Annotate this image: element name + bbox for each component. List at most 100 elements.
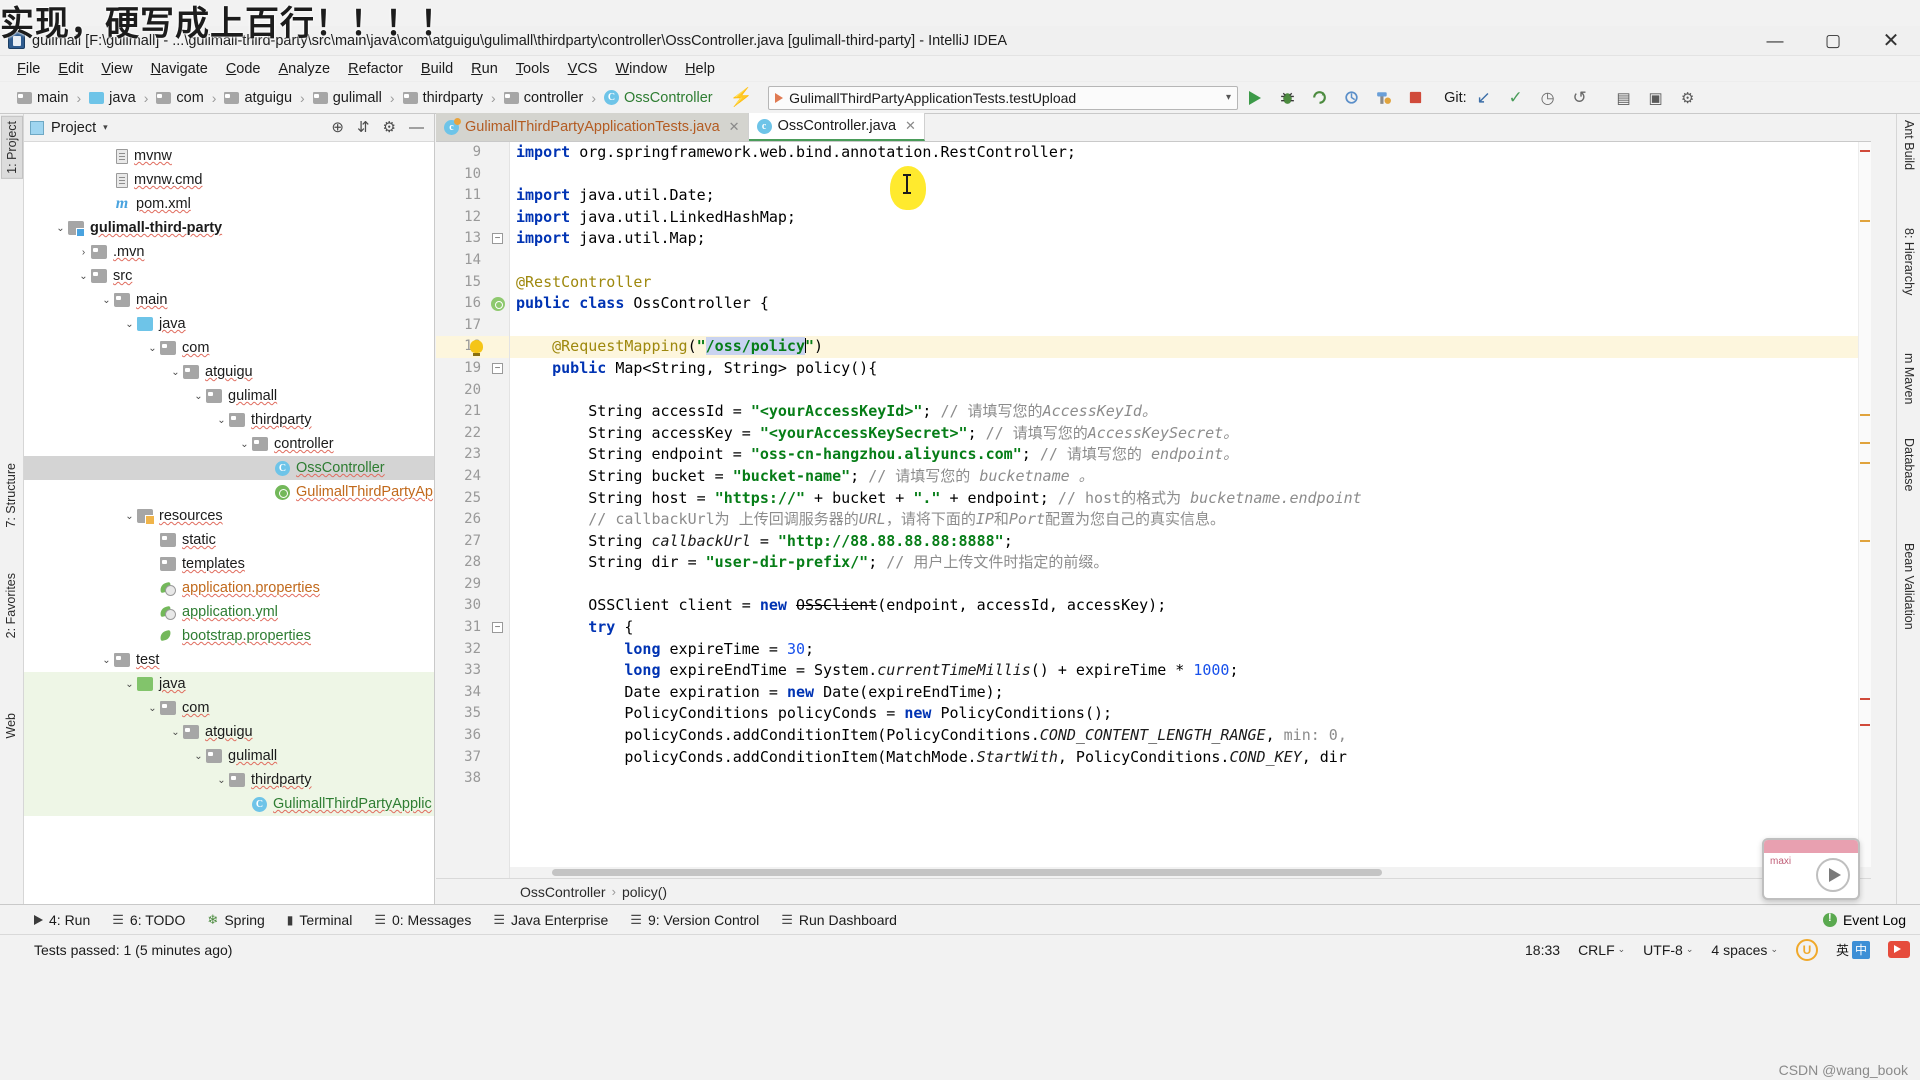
- chevron-down-icon[interactable]: ⌄: [191, 751, 206, 762]
- video-bubble[interactable]: maxi: [1762, 838, 1860, 900]
- tree-item-mvnw-cmd[interactable]: mvnw.cmd: [24, 168, 434, 192]
- intention-bulb-icon[interactable]: [470, 340, 483, 357]
- tool-window-0-messages[interactable]: ☰ 0: Messages: [374, 912, 471, 928]
- warning-marker[interactable]: [1860, 220, 1870, 222]
- menu-item-navigate[interactable]: Navigate: [142, 58, 217, 80]
- maximize-button[interactable]: ▢: [1804, 26, 1862, 56]
- tree-item-gulimall[interactable]: ⌄ gulimall: [24, 384, 434, 408]
- menu-item-build[interactable]: Build: [412, 58, 462, 80]
- chevron-down-icon[interactable]: ⌄: [53, 223, 68, 234]
- sidebar-item-database[interactable]: Database: [1899, 434, 1919, 496]
- breadcrumb-item-com[interactable]: com: [153, 89, 206, 107]
- menu-item-run[interactable]: Run: [462, 58, 507, 80]
- tree-item-gulimallthirdpartyapplic[interactable]: C GulimallThirdPartyApplic: [24, 792, 434, 816]
- error-marker-rail[interactable]: [1858, 142, 1871, 867]
- sidebar-item-hierarchy[interactable]: 8: Hierarchy: [1899, 224, 1919, 299]
- update-project-button[interactable]: ↙: [1469, 85, 1499, 111]
- breadcrumb-item-java[interactable]: java: [86, 89, 139, 107]
- code-fold-toggle[interactable]: −: [492, 363, 503, 374]
- tree-item-mvnw[interactable]: mvnw: [24, 144, 434, 168]
- caret-position[interactable]: 18:33: [1525, 942, 1560, 958]
- minimize-icon[interactable]: —: [409, 120, 424, 135]
- play-icon[interactable]: [1816, 858, 1850, 892]
- chevron-right-icon[interactable]: ›: [76, 247, 91, 258]
- tree-item-bootstrap-properties[interactable]: bootstrap.properties: [24, 624, 434, 648]
- chevron-down-icon[interactable]: ⌄: [145, 703, 160, 714]
- tool-window-4-run[interactable]: 4: Run: [34, 912, 90, 928]
- run-button[interactable]: [1240, 85, 1270, 111]
- menu-item-window[interactable]: Window: [606, 58, 676, 80]
- horizontal-scrollbar[interactable]: [510, 867, 1871, 878]
- chevron-down-icon[interactable]: ⌄: [168, 727, 183, 738]
- breadcrumb-method[interactable]: policy(): [622, 884, 667, 900]
- tab-oss-controller[interactable]: c OssController.java ✕: [748, 113, 925, 141]
- editor-gutter[interactable]: 910111213−141516171819−20212223242526272…: [436, 142, 510, 878]
- warning-marker[interactable]: [1860, 414, 1870, 416]
- tree-item-test[interactable]: ⌄ test: [24, 648, 434, 672]
- chevron-down-icon[interactable]: ⌄: [99, 295, 114, 306]
- tool-window-java-enterprise[interactable]: ☰ Java Enterprise: [493, 912, 608, 928]
- tree-item-gulimallthirdpartyapplication[interactable]: GulimallThirdPartyApplication: [24, 480, 434, 504]
- tree-item-atguigu[interactable]: ⌄ atguigu: [24, 360, 434, 384]
- indent-setting[interactable]: 4 spaces ⌄: [1711, 942, 1778, 958]
- breadcrumb-item-controller[interactable]: controller: [501, 89, 587, 107]
- sidebar-item-project[interactable]: 1: Project: [1, 116, 23, 179]
- chevron-down-icon[interactable]: ⌄: [214, 415, 229, 426]
- collapse-all-icon[interactable]: ⇵: [357, 120, 370, 135]
- ime-language-indicator[interactable]: 英 中: [1836, 940, 1870, 959]
- tv-icon[interactable]: [1888, 941, 1910, 958]
- tree-item-pom-xml[interactable]: m pom.xml: [24, 192, 434, 216]
- run-with-coverage-button[interactable]: [1304, 85, 1334, 111]
- tree-item-gulimall-third-party[interactable]: ⌄ gulimall-third-party: [24, 216, 434, 240]
- chevron-down-icon[interactable]: ⌄: [168, 367, 183, 378]
- menu-item-help[interactable]: Help: [676, 58, 724, 80]
- chevron-down-icon[interactable]: ⌄: [122, 511, 137, 522]
- u-circle-icon[interactable]: U: [1795, 938, 1818, 961]
- layout-button[interactable]: ▤: [1609, 85, 1639, 111]
- search-everywhere-button[interactable]: ▣: [1641, 85, 1671, 111]
- code-text-area[interactable]: import org.springframework.web.bind.anno…: [510, 142, 1871, 878]
- menu-item-file[interactable]: File: [8, 58, 49, 80]
- debug-button[interactable]: [1272, 85, 1302, 111]
- scrollbar-thumb[interactable]: [552, 869, 1382, 876]
- vcs-history-button[interactable]: ◷: [1533, 85, 1563, 111]
- tree-item-src[interactable]: ⌄ src: [24, 264, 434, 288]
- gear-icon[interactable]: ⚙: [383, 120, 396, 135]
- rollback-button[interactable]: ↺: [1565, 85, 1595, 111]
- breadcrumb-item-main[interactable]: main: [14, 89, 71, 107]
- error-marker[interactable]: [1860, 150, 1870, 152]
- tree-item-thirdparty[interactable]: ⌄ thirdparty: [24, 768, 434, 792]
- tree-item--mvn[interactable]: › .mvn: [24, 240, 434, 264]
- crosshair-icon[interactable]: ⊕: [331, 120, 344, 135]
- sidebar-item-bean-validation[interactable]: Bean Validation: [1899, 539, 1919, 634]
- tree-item-resources[interactable]: ⌄ resources: [24, 504, 434, 528]
- tree-item-application-properties[interactable]: application.properties: [24, 576, 434, 600]
- chevron-down-icon[interactable]: ▾: [103, 122, 108, 133]
- error-marker[interactable]: [1860, 698, 1870, 700]
- run-configuration-selector[interactable]: GulimallThirdPartyApplicationTests.testU…: [768, 85, 1239, 110]
- sidebar-item-maven[interactable]: m Maven: [1899, 349, 1919, 408]
- error-marker[interactable]: [1860, 724, 1870, 726]
- stop-button[interactable]: [1400, 85, 1430, 111]
- tree-item-atguigu[interactable]: ⌄ atguigu: [24, 720, 434, 744]
- menu-item-refactor[interactable]: Refactor: [339, 58, 412, 80]
- tree-item-static[interactable]: static: [24, 528, 434, 552]
- tool-window-9-version-control[interactable]: ☰ 9: Version Control: [630, 912, 759, 928]
- line-separator[interactable]: CRLF ⌄: [1578, 942, 1625, 958]
- tree-item-controller[interactable]: ⌄ controller: [24, 432, 434, 456]
- settings-button[interactable]: ⚙: [1673, 85, 1703, 111]
- menu-item-view[interactable]: View: [92, 58, 141, 80]
- tool-window-run-dashboard[interactable]: ☰ Run Dashboard: [781, 912, 897, 928]
- code-editor[interactable]: 910111213−141516171819−20212223242526272…: [436, 142, 1871, 878]
- chevron-down-icon[interactable]: ⌄: [145, 343, 160, 354]
- minimize-button[interactable]: —: [1746, 26, 1804, 56]
- menu-item-vcs[interactable]: VCS: [559, 58, 607, 80]
- tree-item-java[interactable]: ⌄ java: [24, 672, 434, 696]
- close-icon[interactable]: ✕: [729, 119, 740, 135]
- warning-marker[interactable]: [1860, 442, 1870, 444]
- breadcrumb-class[interactable]: OssController: [520, 884, 606, 900]
- close-button[interactable]: ✕: [1862, 26, 1920, 56]
- close-icon[interactable]: ✕: [905, 118, 916, 134]
- tree-item-thirdparty[interactable]: ⌄ thirdparty: [24, 408, 434, 432]
- chevron-down-icon[interactable]: ⌄: [237, 439, 252, 450]
